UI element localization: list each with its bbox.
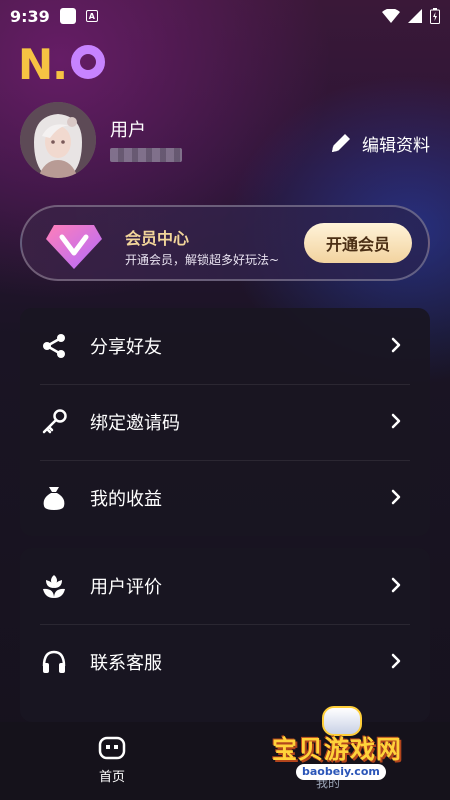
tab-home[interactable]: 首页: [88, 736, 136, 785]
watermark-text: 宝贝游戏网: [272, 735, 403, 764]
pencil-icon: [332, 134, 350, 152]
chevron-right-icon: [391, 577, 401, 593]
tab-home-label: 首页: [98, 770, 125, 785]
watermark-url: baobeiy.com: [296, 764, 386, 780]
menu-item-label: 我的收益: [90, 489, 162, 510]
logo-dot: .: [52, 40, 68, 89]
chevron-right-icon: [391, 413, 401, 429]
menu-group-secondary: 用户评价 联系客服: [20, 548, 430, 722]
chevron-right-icon: [391, 653, 401, 669]
wifi-icon: [382, 9, 400, 23]
headphones-icon: [40, 648, 68, 676]
menu-item-share[interactable]: 分享好友: [20, 308, 430, 384]
menu-item-earnings[interactable]: 我的收益: [20, 460, 430, 536]
logo-ring-icon: [71, 45, 106, 79]
menu-item-label: 绑定邀请码: [90, 413, 180, 434]
key-icon: [40, 408, 68, 436]
menu-item-reviews[interactable]: 用户评价: [20, 548, 430, 624]
share-icon: [40, 332, 68, 360]
menu-item-label: 分享好友: [90, 337, 162, 358]
notification-letter-icon: A: [85, 10, 98, 22]
battery-icon: [430, 8, 440, 24]
menu-item-invite-code[interactable]: 绑定邀请码: [20, 384, 430, 460]
vip-card[interactable]: 会员中心 开通会员，解锁超多好玩法~ 开通会员: [20, 205, 430, 281]
vip-subtitle: 开通会员，解锁超多好玩法~: [125, 253, 280, 267]
app-logo: N.: [18, 40, 106, 89]
edit-profile-label: 编辑资料: [362, 135, 430, 156]
edit-profile-button[interactable]: 编辑资料: [328, 130, 430, 156]
menu-item-label: 联系客服: [90, 653, 162, 674]
profile-section: 用户 编辑资料: [20, 102, 430, 178]
open-vip-button[interactable]: 开通会员: [304, 223, 412, 263]
money-bag-icon: [40, 484, 68, 512]
signal-icon: [408, 9, 422, 23]
notification-icon: [59, 8, 76, 24]
menu-group-primary: 分享好友 绑定邀请码 我的收益: [20, 308, 430, 536]
menu-item-customer-service[interactable]: 联系客服: [20, 624, 430, 700]
chevron-right-icon: [391, 337, 401, 353]
user-id-blurred: [110, 148, 182, 162]
diamond-badge-icon: [46, 225, 102, 269]
flower-icon: [40, 572, 68, 600]
chevron-right-icon: [391, 489, 401, 505]
gamepad-icon: [98, 736, 126, 760]
status-bar: 9:39 A: [0, 0, 450, 32]
avatar[interactable]: [20, 102, 96, 178]
menu-item-label: 用户评价: [90, 577, 162, 598]
avatar-portrait-icon: [20, 102, 96, 178]
logo-letter: N: [18, 40, 53, 89]
vip-title: 会员中心: [125, 229, 190, 248]
username: 用户: [110, 120, 146, 141]
status-time: 9:39: [10, 6, 50, 26]
watermark: 宝贝游戏网 baobeiy.com: [268, 700, 424, 796]
